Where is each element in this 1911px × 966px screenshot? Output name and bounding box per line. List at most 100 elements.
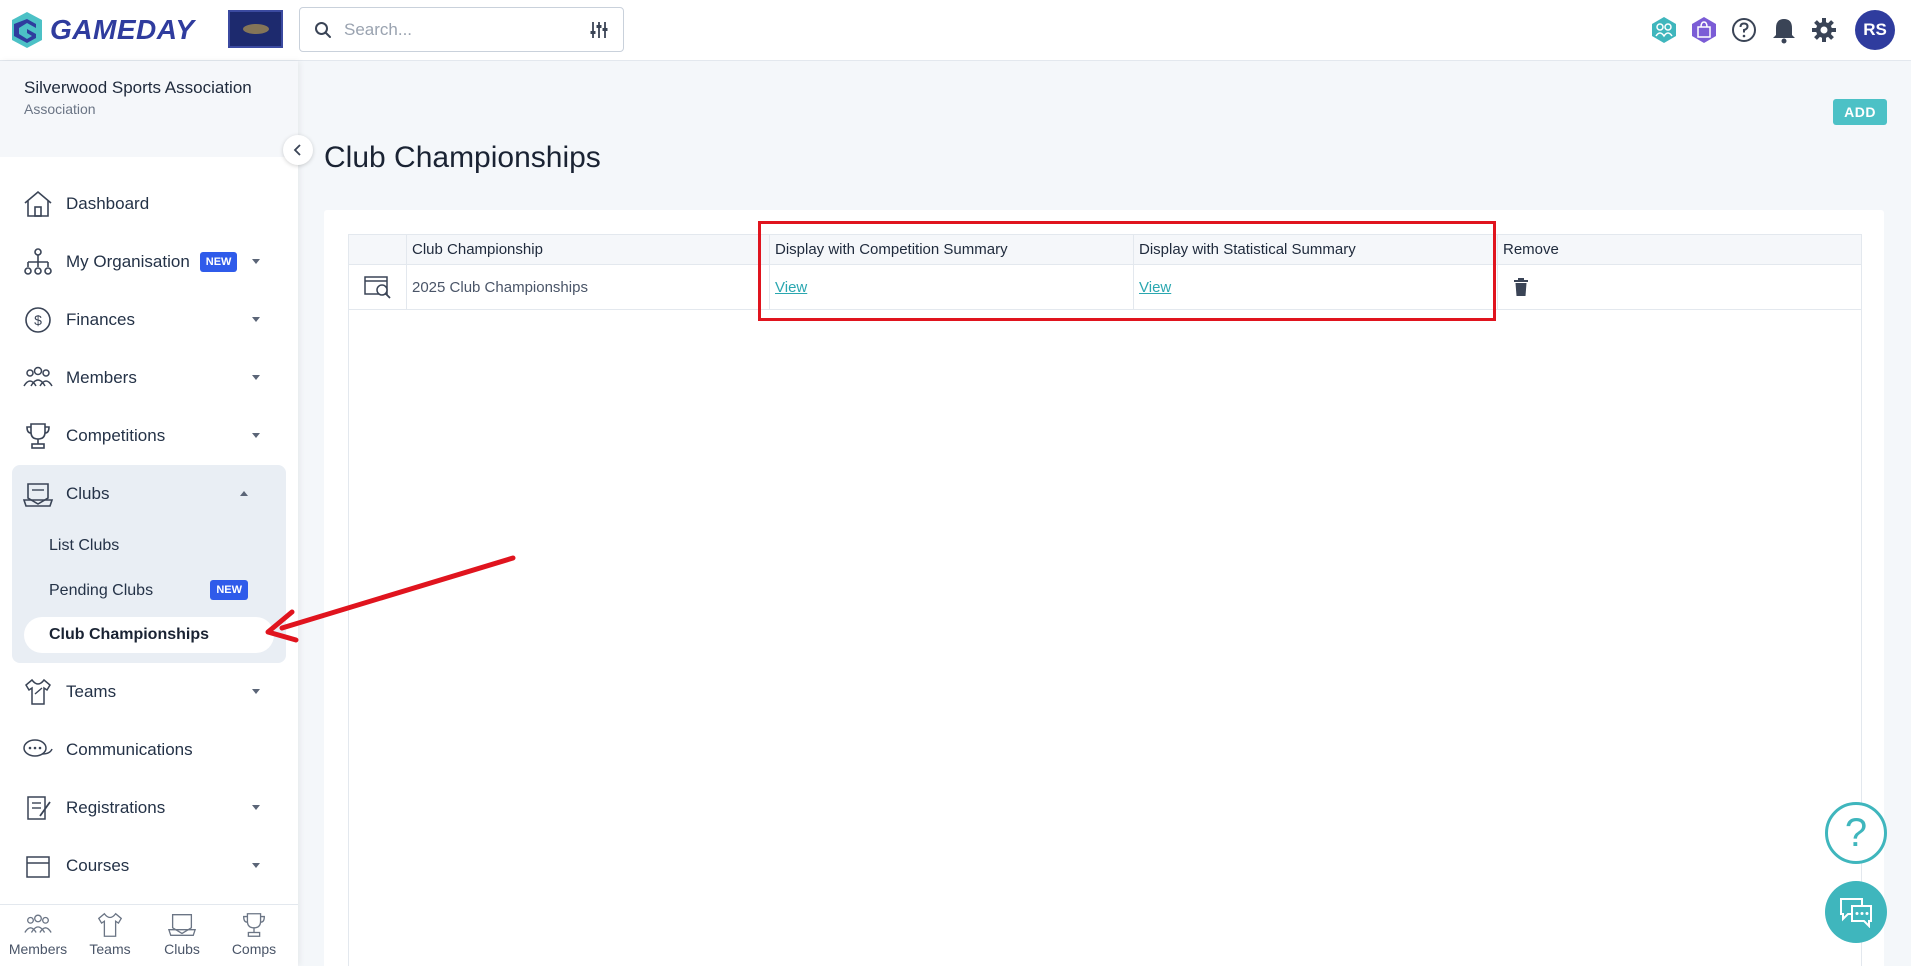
sidebar-item-label: Teams — [66, 682, 117, 701]
chevron-down-icon — [252, 863, 260, 868]
chat-icon — [1840, 898, 1872, 928]
sidebar-item-label: Registrations — [66, 798, 166, 817]
calendar-icon — [26, 856, 50, 878]
gear-icon — [1812, 18, 1836, 42]
sidebar-item-communications[interactable]: Communications — [0, 721, 298, 779]
view-details-icon — [363, 276, 391, 299]
chevron-down-icon — [252, 805, 260, 810]
content-card: Club Championship Display with Competiti… — [324, 210, 1884, 966]
gameday-logo-icon — [12, 12, 42, 48]
row-view-cell[interactable] — [349, 265, 406, 309]
top-bar: GAMEDAY Search... RS — [0, 0, 1911, 61]
trophy-icon — [243, 913, 265, 937]
teams-hub-icon[interactable] — [1649, 15, 1679, 45]
org-logo-emblem-icon — [242, 24, 269, 34]
home-icon — [24, 190, 52, 217]
help-fab-button[interactable]: ? — [1825, 802, 1887, 864]
chat-fab-button[interactable] — [1825, 881, 1887, 943]
search-input[interactable] — [344, 16, 574, 44]
bottom-nav-comps[interactable]: Comps — [220, 905, 288, 966]
registration-icon — [27, 796, 51, 820]
chevron-left-icon — [293, 144, 301, 156]
teams-hub-hex-icon — [1652, 17, 1676, 43]
search-box[interactable] — [299, 7, 624, 52]
shop-bag-hex-icon — [1692, 17, 1716, 43]
members-icon — [24, 914, 52, 933]
sidebar-item-my-organisation[interactable]: My Organisation NEW — [0, 233, 298, 291]
shop-bag-icon[interactable] — [1689, 15, 1719, 45]
gameday-logo[interactable]: GAMEDAY — [10, 8, 195, 52]
settings-gear-icon[interactable] — [1809, 15, 1839, 45]
sidebar-item-competitions[interactable]: Competitions — [0, 407, 298, 465]
search-icon — [315, 22, 331, 38]
bottom-nav-members[interactable]: Members — [4, 905, 72, 966]
sidebar-item-label: My Organisation — [66, 252, 190, 271]
top-icons: RS — [1649, 10, 1895, 50]
sidebar-item-clubs[interactable]: Clubs — [12, 465, 286, 523]
question-mark-icon: ? — [1844, 810, 1868, 855]
sidebar-subitem-label: Pending Clubs — [49, 581, 154, 599]
bottom-nav-label: Clubs — [164, 941, 200, 957]
new-badge: NEW — [210, 580, 248, 600]
highlight-annotation-box — [758, 221, 1496, 321]
chevron-down-icon — [252, 259, 260, 264]
chevron-up-icon — [240, 491, 248, 496]
bottom-nav-label: Comps — [231, 941, 277, 957]
chevron-down-icon — [252, 317, 260, 322]
championships-table: Club Championship Display with Competiti… — [348, 234, 1862, 966]
sidebar-collapse-button[interactable] — [283, 135, 313, 165]
sidebar-item-label: Finances — [66, 310, 135, 329]
add-button[interactable]: ADD — [1833, 99, 1887, 125]
clubs-icon — [22, 483, 54, 507]
sidebar-item-teams[interactable]: Teams — [0, 663, 298, 721]
bottom-nav-label: Teams — [89, 941, 131, 957]
dollar-icon: $ — [25, 307, 51, 333]
sidebar-item-registrations[interactable]: Registrations — [0, 779, 298, 837]
sidebar-item-members[interactable]: Members — [0, 349, 298, 407]
sidebar-item-finances[interactable]: $ Finances — [0, 291, 298, 349]
sidebar-subitem-list-clubs[interactable]: List Clubs — [12, 523, 286, 568]
trash-icon[interactable] — [1513, 277, 1529, 297]
filter-sliders-icon[interactable] — [589, 20, 609, 40]
annotation-arrow-icon — [265, 555, 516, 643]
main-content: ADD Club Championships Club Championship… — [298, 61, 1911, 966]
sidebar-item-courses[interactable]: Courses — [0, 837, 298, 895]
sidebar-item-label: Dashboard — [66, 194, 150, 213]
bottom-nav-clubs[interactable]: Clubs — [148, 905, 216, 966]
trophy-icon — [26, 423, 50, 449]
header-remove: Remove — [1497, 235, 1861, 264]
shirt-icon — [25, 678, 51, 705]
help-icon[interactable] — [1729, 15, 1759, 45]
members-icon — [23, 366, 53, 387]
bottom-nav-label: Members — [8, 941, 68, 957]
bottom-nav-teams[interactable]: Teams — [76, 905, 144, 966]
notifications-bell-icon[interactable] — [1769, 15, 1799, 45]
user-avatar[interactable]: RS — [1855, 10, 1895, 50]
page-title: Club Championships — [324, 141, 601, 174]
chevron-down-icon — [252, 375, 260, 380]
shirt-icon — [97, 912, 123, 937]
cell-remove — [1497, 265, 1861, 309]
new-badge: NEW — [199, 252, 238, 272]
sidebar-nav: Dashboard My Organisation NEW $ Finances… — [0, 157, 298, 895]
org-logo-badge[interactable] — [228, 10, 283, 48]
header-club-championship[interactable]: Club Championship — [406, 235, 769, 264]
sidebar-item-dashboard[interactable]: Dashboard — [0, 175, 298, 233]
sidebar-item-label: Courses — [66, 856, 130, 875]
chevron-down-icon — [252, 689, 260, 694]
bell-icon — [1773, 19, 1795, 44]
table-header-icon-column — [349, 235, 406, 264]
org-type: Association — [24, 101, 96, 117]
bottom-nav: Members Teams Clubs Comps — [0, 904, 298, 966]
sidebar-subitem-pending-clubs[interactable]: Pending Clubs NEW — [12, 568, 286, 613]
sidebar-item-label: Competitions — [66, 426, 166, 445]
clubs-group: Clubs List Clubs Pending Clubs NEW Club … — [12, 465, 286, 663]
sidebar-item-label: Communications — [66, 740, 193, 759]
sidebar-item-label: Clubs — [66, 484, 110, 503]
cell-championship-name: 2025 Club Championships — [406, 265, 769, 309]
svg-text:$: $ — [34, 312, 42, 328]
clubs-icon — [167, 914, 197, 936]
sidebar-subitem-club-championships[interactable]: Club Championships — [24, 617, 274, 653]
org-chart-icon — [24, 248, 52, 275]
sidebar: Silverwood Sports Association Associatio… — [0, 61, 298, 966]
